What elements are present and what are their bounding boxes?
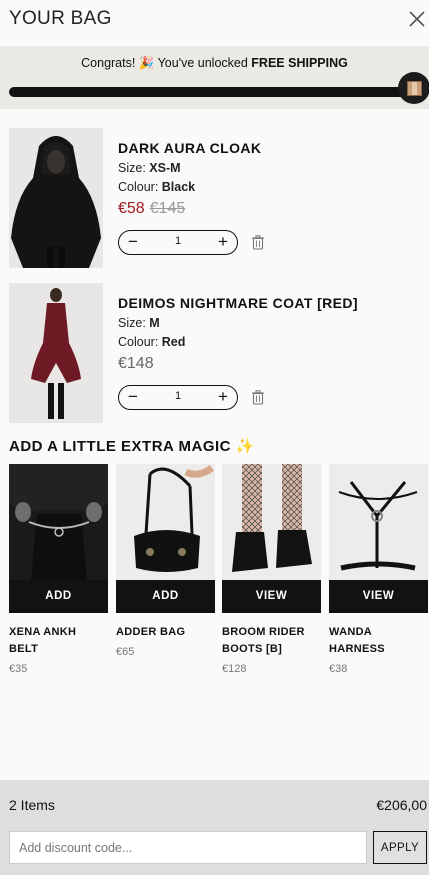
quantity-stepper: − 1 + [118, 230, 238, 255]
discount-code-input[interactable] [9, 831, 367, 864]
product-size: Size: XS-M [118, 161, 261, 175]
product-colour: Colour: Red [118, 335, 358, 349]
colour-value: Black [161, 180, 196, 194]
cart-footer: 2 Items €206,00 APPLY [0, 780, 429, 875]
apply-discount-button[interactable]: APPLY [373, 831, 427, 864]
upsell-image[interactable] [222, 464, 321, 580]
product-image[interactable] [9, 128, 103, 268]
product-size: Size: M [118, 316, 358, 330]
upsell-price: €35 [9, 663, 28, 675]
view-button[interactable]: VIEW [222, 580, 321, 613]
view-button[interactable]: VIEW [329, 580, 428, 613]
product-colour: Colour: Black [118, 180, 261, 194]
colour-value: Red [161, 335, 186, 349]
add-button[interactable]: ADD [9, 580, 108, 613]
free-shipping-banner: Congrats! 🎉 You've unlocked FREE SHIPPIN… [0, 46, 429, 109]
decrease-quantity-button[interactable]: − [122, 232, 144, 252]
upsell-price: €65 [116, 646, 135, 658]
cart-item-info: DEIMOS NIGHTMARE COAT [RED] Size: M Colo… [118, 295, 358, 373]
close-icon[interactable] [407, 9, 427, 29]
upsell-product: VIEW BROOM RIDER BOOTS [B] €128 [222, 464, 321, 675]
trash-icon[interactable] [251, 390, 265, 405]
quantity-stepper: − 1 + [118, 385, 238, 410]
colour-label: Colour: [118, 335, 159, 349]
product-price: €148 [118, 355, 358, 373]
decrease-quantity-button[interactable]: − [122, 387, 144, 407]
size-label: Size: [118, 316, 146, 330]
shipping-message: Congrats! 🎉 You've unlocked FREE SHIPPIN… [0, 56, 429, 71]
cart-header: YOUR BAG [0, 0, 429, 46]
upsell-heading: ADD A LITTLE EXTRA MAGIC ✨ [9, 438, 255, 455]
upsell-image[interactable] [329, 464, 428, 580]
shipping-message-text: Congrats! 🎉 You've unlocked [81, 56, 248, 70]
upsell-name[interactable]: XENA ANKH BELT [9, 624, 108, 658]
quantity-value[interactable]: 1 [149, 235, 207, 247]
regular-price: €148 [118, 355, 154, 372]
cart-item-info: DARK AURA CLOAK Size: XS-M Colour: Black… [118, 140, 261, 218]
colour-label: Colour: [118, 180, 159, 194]
upsell-product: VIEW WANDA HARNESS €38 [329, 464, 428, 675]
product-name[interactable]: DARK AURA CLOAK [118, 140, 261, 156]
increase-quantity-button[interactable]: + [212, 387, 234, 407]
product-name[interactable]: DEIMOS NIGHTMARE COAT [RED] [118, 295, 358, 311]
size-value: M [149, 316, 160, 330]
add-button[interactable]: ADD [116, 580, 215, 613]
upsell-name[interactable]: WANDA HARNESS [329, 624, 428, 658]
upsell-price: €128 [222, 663, 247, 675]
cart-item: DARK AURA CLOAK Size: XS-M Colour: Black… [9, 128, 421, 270]
progress-thumb [398, 72, 429, 104]
upsell-product: ADD XENA ANKH BELT €35 [9, 464, 108, 675]
quantity-row: − 1 + [118, 385, 348, 411]
upsell-product: ADD ADDER BAG €65 [116, 464, 215, 658]
upsell-name[interactable]: ADDER BAG [116, 624, 215, 641]
original-price: €145 [149, 200, 186, 217]
sale-price: €58 [118, 200, 145, 217]
shipping-progress-bar [9, 72, 429, 104]
trash-icon[interactable] [251, 235, 265, 250]
quantity-row: − 1 + [118, 230, 348, 256]
upsell-price: €38 [329, 663, 348, 675]
cart-total: €206,00 [376, 797, 427, 813]
package-icon [406, 80, 422, 96]
quantity-value[interactable]: 1 [149, 390, 207, 402]
page-title: YOUR BAG [9, 8, 112, 29]
size-value: XS-M [149, 161, 181, 175]
product-image[interactable] [9, 283, 103, 423]
shipping-progress-fill [9, 87, 419, 97]
size-label: Size: [118, 161, 146, 175]
items-count: 2 Items [9, 797, 55, 813]
upsell-image[interactable] [116, 464, 215, 580]
increase-quantity-button[interactable]: + [212, 232, 234, 252]
product-price: €58 €145 [118, 200, 261, 218]
cart-item: DEIMOS NIGHTMARE COAT [RED] Size: M Colo… [9, 283, 421, 425]
shipping-message-highlight: FREE SHIPPING [251, 56, 348, 70]
upsell-image[interactable] [9, 464, 108, 580]
upsell-name[interactable]: BROOM RIDER BOOTS [B] [222, 624, 321, 658]
